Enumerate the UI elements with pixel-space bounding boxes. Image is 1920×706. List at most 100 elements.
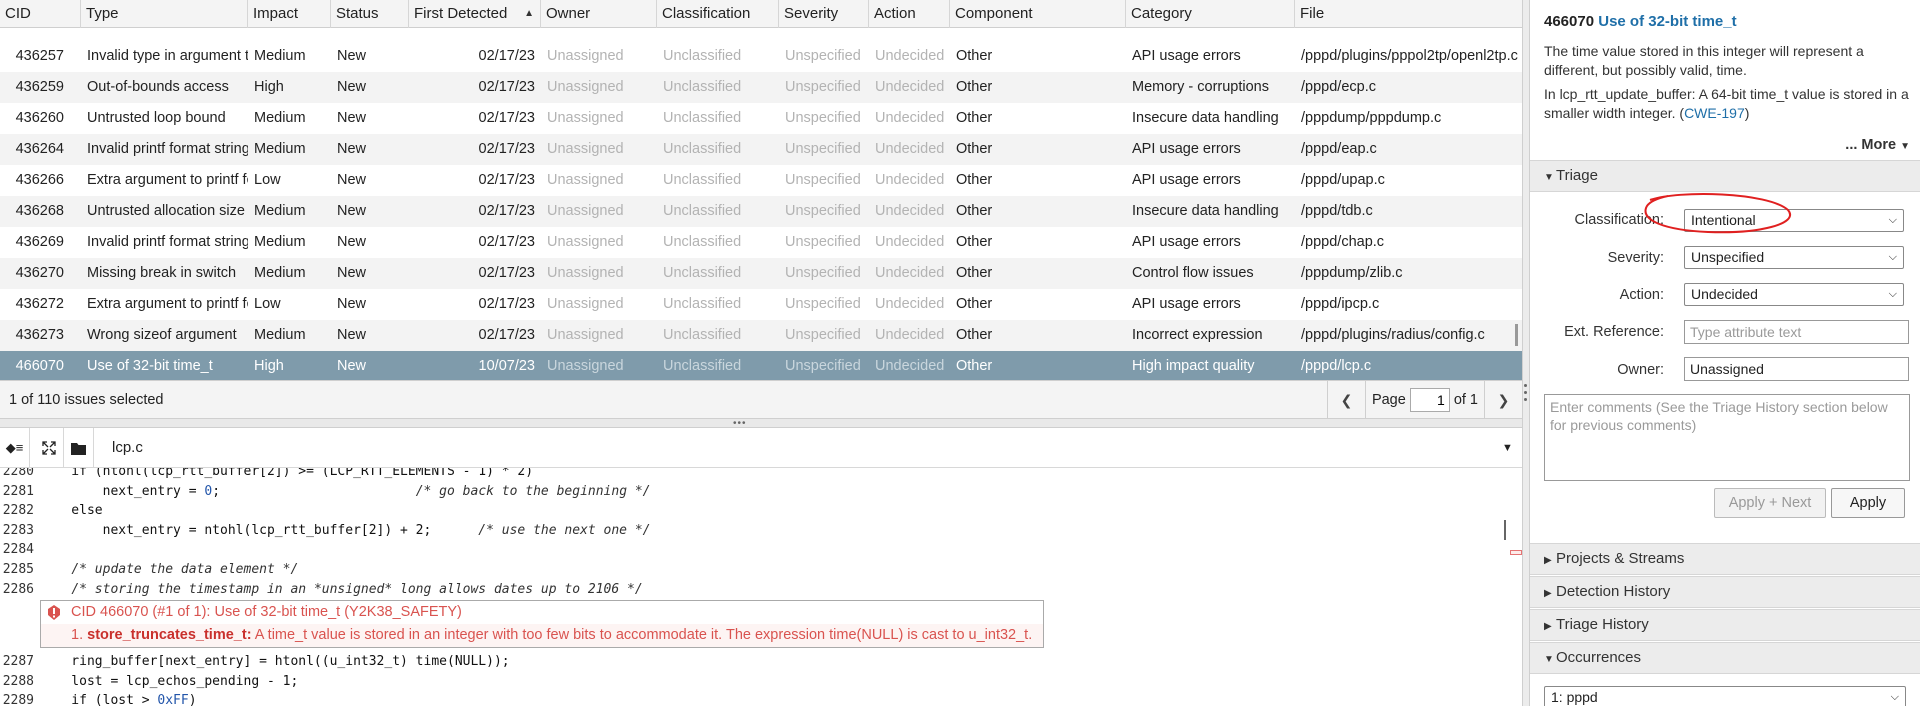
column-header-action[interactable]: Action — [869, 0, 950, 28]
table-row[interactable]: 436264 Invalid printf format string Medium… — [0, 134, 1522, 165]
column-header-classification[interactable]: Classification — [657, 0, 779, 28]
chevron-down-icon: ⌵ — [1888, 251, 1897, 263]
cell-owner: Unassigned — [547, 203, 624, 219]
table-row[interactable]: 436266 Extra argument to printf format Low… — [0, 165, 1522, 196]
open-file-button[interactable] — [64, 428, 94, 468]
ext-reference-input[interactable]: Type attribute text — [1684, 320, 1909, 344]
table-row[interactable]: 466070 Use of 32-bit time_t High New 10/07/2… — [0, 351, 1522, 380]
cell-component: Other — [956, 327, 993, 343]
cell-classification: Unclassified — [663, 48, 742, 64]
column-header-cid[interactable]: CID — [0, 0, 81, 28]
cell-category: Insecure data handling — [1132, 110, 1279, 126]
file-dropdown-button[interactable]: ▼ — [1502, 428, 1513, 468]
source-scroll-marker — [1504, 520, 1506, 540]
pager: ❮ Page of 1 ❯ — [1326, 381, 1522, 419]
occurrences-section-header[interactable]: ▼ Occurrences — [1530, 642, 1920, 674]
comments-textarea[interactable]: Enter comments (See the Triage History s… — [1544, 394, 1910, 481]
column-header-severity[interactable]: Severity — [779, 0, 869, 28]
owner-input[interactable]: Unassigned — [1684, 357, 1909, 381]
toggle-events-button[interactable]: ◆≡ — [0, 428, 30, 468]
cell-severity: Unspecified — [785, 296, 861, 312]
cell-first-detected: 02/17/23 — [478, 172, 535, 188]
cell-component: Other — [956, 79, 993, 95]
line-number: 2281 — [2, 483, 34, 499]
cell-impact: High — [254, 79, 284, 95]
line-number: 2283 — [2, 522, 34, 538]
table-row[interactable]: 436268 Untrusted allocation size Medium New… — [0, 196, 1522, 227]
projects-streams-section-header[interactable]: ▶ Projects & Streams — [1530, 543, 1920, 575]
column-header-component[interactable]: Component — [950, 0, 1126, 28]
occurrences-label: Occurrences — [1556, 649, 1642, 666]
defect-event-number: 1. — [71, 627, 88, 643]
code-text: else — [40, 503, 103, 519]
cell-component: Other — [956, 296, 993, 312]
column-header-owner[interactable]: Owner — [541, 0, 657, 28]
defect-scroll-marker[interactable] — [1510, 550, 1522, 555]
cell-classification: Unclassified — [663, 203, 742, 219]
expand-icon — [41, 441, 56, 455]
table-row[interactable]: 436272 Extra argument to printf format Low… — [0, 289, 1522, 320]
column-header-category[interactable]: Category — [1126, 0, 1295, 28]
table-row[interactable]: 436260 Untrusted loop bound Medium New 02/17… — [0, 103, 1522, 134]
action-select[interactable]: Undecided ⌵ — [1684, 283, 1904, 306]
prev-page-button[interactable]: ❮ — [1326, 381, 1365, 419]
triage-history-label: Triage History — [1556, 616, 1649, 633]
triage-section-header[interactable]: ▼ Triage — [1530, 160, 1920, 192]
column-header-impact[interactable]: Impact — [248, 0, 331, 28]
column-header-type[interactable]: Type — [81, 0, 248, 28]
defect-event-text: A time_t value is stored in an integer w… — [251, 627, 1033, 643]
occurrence-select[interactable]: 1: pppd ⌵ — [1544, 686, 1906, 706]
cell-action: Undecided — [875, 203, 945, 219]
more-button[interactable]: ... More ▼ — [1845, 137, 1910, 153]
cell-first-detected: 02/17/23 — [478, 265, 535, 281]
triage-history-section-header[interactable]: ▶ Triage History — [1530, 609, 1920, 641]
table-row[interactable]: 436273 Wrong sizeof argument Medium New 02/1… — [0, 320, 1522, 351]
issue-detail: In lcp_rtt_update_buffer: A 64-bit time_… — [1544, 85, 1910, 123]
issue-type-link[interactable]: Use of 32-bit time_t — [1598, 13, 1736, 30]
cwe-link[interactable]: CWE-197 — [1684, 105, 1745, 121]
detection-history-section-header[interactable]: ▶ Detection History — [1530, 576, 1920, 608]
column-header-first-detected-label: First Detected — [414, 5, 508, 22]
cell-file: /pppd/plugins/pppol2tp/openl2tp.c — [1301, 48, 1518, 64]
cell-type: Use of 32-bit time_t — [87, 358, 213, 374]
defect-header: CID 466070 (#1 of 1): Use of 32-bit time… — [41, 601, 1043, 624]
severity-select[interactable]: Unspecified ⌵ — [1684, 246, 1904, 269]
table-row[interactable]: 436259 Out-of-bounds access High New 02/17/2… — [0, 72, 1522, 103]
table-row[interactable]: 436257 Invalid type in argument to printf… — [0, 41, 1522, 72]
apply-button[interactable]: Apply — [1831, 488, 1905, 518]
cell-impact: High — [254, 358, 284, 374]
vertical-splitter[interactable] — [1522, 0, 1530, 706]
issue-cid: 466070 — [1544, 13, 1595, 30]
cell-component: Other — [956, 358, 993, 374]
table-row[interactable]: 436269 Invalid printf format string Medium… — [0, 227, 1522, 258]
cell-status: New — [337, 327, 367, 343]
cell-owner: Unassigned — [547, 358, 624, 374]
table-row[interactable]: 436270 Missing break in switch Medium New 02… — [0, 258, 1522, 289]
defect-event[interactable]: 1. store_truncates_time_t: A time_t valu… — [41, 624, 1043, 647]
apply-next-button[interactable]: Apply + Next — [1714, 488, 1826, 518]
horizontal-splitter[interactable]: ••• — [0, 418, 1522, 429]
caret-down-icon: ▼ — [1544, 654, 1554, 665]
action-value: Undecided — [1691, 286, 1758, 302]
code-text: if (lost > 0xFF) — [40, 693, 197, 706]
chevron-left-icon: ❮ — [1340, 391, 1353, 408]
code-line: 2289 if (lost > 0xFF) — [0, 691, 1510, 706]
page-number-input[interactable] — [1409, 388, 1450, 412]
grid-scrollbar[interactable] — [1515, 324, 1518, 346]
column-header-file[interactable]: File — [1295, 0, 1522, 28]
next-page-button[interactable]: ❯ — [1484, 381, 1522, 419]
code-line: 2282 else — [0, 501, 1510, 520]
column-header-status[interactable]: Status — [331, 0, 409, 28]
code-line: 2287 ring_buffer[next_entry] = htonl((u_… — [0, 652, 1510, 671]
cell-first-detected: 10/07/23 — [478, 358, 535, 374]
red-ellipse-annotation — [1644, 193, 1791, 234]
cell-owner: Unassigned — [547, 48, 624, 64]
code-line: 2281 next_entry = 0; /* go back to the b… — [0, 482, 1510, 501]
cell-cid: 436257 — [15, 48, 64, 64]
line-number: 2289 — [2, 693, 34, 706]
grid-header: CID Type Impact Status First Detected ▲ O… — [0, 0, 1522, 28]
maximize-button[interactable] — [34, 428, 64, 468]
line-number: 2285 — [2, 562, 34, 577]
cell-file: /pppd/chap.c — [1301, 234, 1385, 250]
column-header-first-detected[interactable]: First Detected ▲ — [409, 0, 541, 28]
